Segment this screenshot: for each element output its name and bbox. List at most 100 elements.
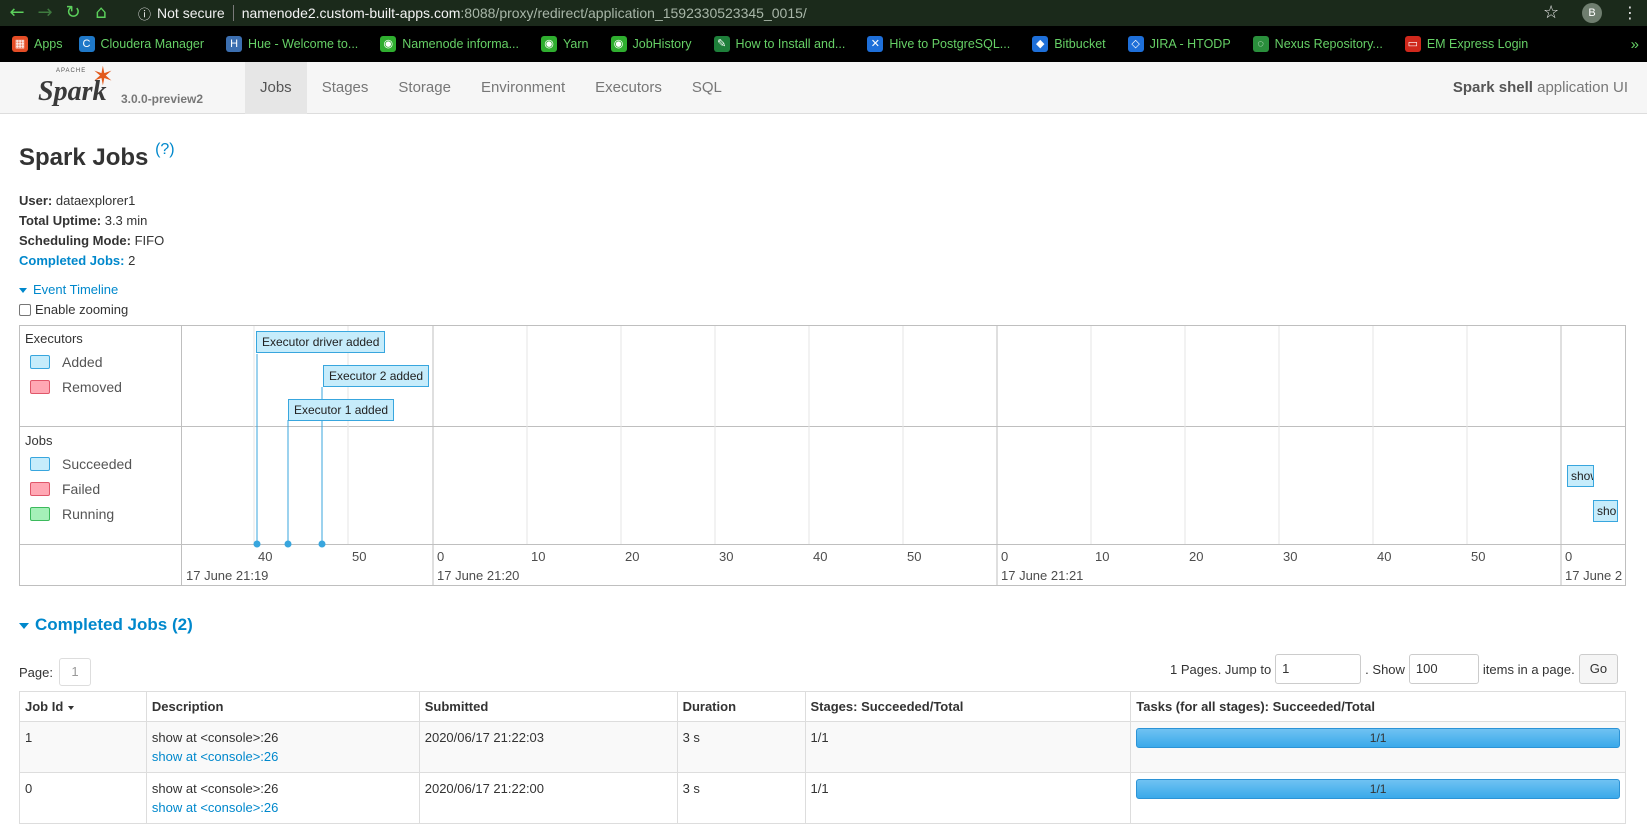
bookmark-item[interactable]: ◉ JobHistory [610,36,692,52]
bookmark-item[interactable]: ◇ JIRA - HTODP [1127,36,1231,52]
jump-to-page-input[interactable]: 1 [1275,654,1362,684]
legend-added: Added [30,354,102,370]
bookmark-item[interactable]: ◉ Namenode informa... [380,36,519,52]
job-1-bar[interactable]: show [1567,465,1594,487]
bookmark-item[interactable]: ✎ How to Install and... [713,36,845,52]
tick-label: 30 [1283,549,1297,564]
bookmark-label: Apps [34,37,63,51]
more-bookmarks-icon[interactable]: » [1631,36,1639,53]
completed-jobs-table: Job Id Description Submitted Duration St… [19,691,1626,824]
info-icon[interactable]: ⓘ [138,4,151,23]
scheduling-label: Scheduling Mode: [19,233,131,248]
zoom-label: Enable zooming [35,302,129,317]
date-tick-label: 17 June 2 [1565,568,1622,583]
spark-navbar: APACHE Spark ✶ 3.0.0-preview2 Jobs Stage… [0,62,1647,114]
legend-label: Removed [62,379,122,395]
col-header-tasks[interactable]: Tasks (for all stages): Succeeded/Total [1130,691,1626,722]
bookmark-label: JobHistory [632,37,692,51]
col-header-stages[interactable]: Stages: Succeeded/Total [804,691,1132,722]
items-text: items in a page. [1482,661,1575,677]
stages-cell: 1/1 [804,772,1132,824]
back-arrow-icon[interactable]: ← [6,2,28,24]
legend-failed: Failed [30,481,100,497]
url-path: :8088/proxy/redirect/application_1592330… [460,5,807,21]
tick-label: 20 [625,549,639,564]
page-label: Page: [19,664,53,680]
executor-1-added-event[interactable]: Executor 1 added [288,399,395,421]
event-dot [318,540,326,548]
legend-swatch-running [30,507,50,521]
home-icon[interactable]: ⌂ [90,2,112,24]
tab-storage[interactable]: Storage [383,62,466,114]
table-row: 1 show at <console>:26 show at <console>:2… [19,721,1626,773]
help-link[interactable]: (?) [155,141,175,158]
go-button[interactable]: Go [1578,654,1619,684]
tick-label: 40 [258,549,272,564]
event-timeline: Executors Added Removed Jobs Succeeded F… [19,325,1626,586]
executor-driver-added-event[interactable]: Executor driver added [256,331,386,353]
legend-succeeded: Succeeded [30,456,132,472]
leaf-icon: ✎ [713,36,730,52]
bookmark-item[interactable]: ◉ Yarn [541,36,589,52]
nav-tabs: Jobs Stages Storage Environment Executor… [245,62,737,114]
uptime-label: Total Uptime: [19,213,102,228]
col-header-label: Job Id [25,699,64,714]
profile-avatar[interactable]: B [1582,3,1602,23]
col-header-submitted[interactable]: Submitted [418,691,678,722]
date-tick-label: 17 June 21:19 [186,568,268,583]
completed-jobs-link[interactable]: Completed Jobs: [19,253,124,268]
col-header-job-id[interactable]: Job Id [19,691,147,722]
bookmark-label: Namenode informa... [402,37,520,51]
description-link[interactable]: show at <console>:26 [152,747,414,766]
spark-logo[interactable]: APACHE Spark ✶ [38,62,118,110]
nexus-icon: ◌ [1252,36,1269,52]
bookmark-item[interactable]: ◌ Nexus Repository... [1252,36,1383,52]
forward-arrow-icon[interactable]: → [34,2,56,24]
job-summary: User: dataexplorer1 Total Uptime: 3.3 mi… [19,191,164,271]
bookmark-item[interactable]: ✕ Hive to PostgreSQL... [867,36,1010,52]
app-name: Spark shell [1452,79,1533,96]
description-cell: show at <console>:26 show at <console>:26 [145,721,420,773]
tab-environment[interactable]: Environment [466,62,580,114]
page-number-button[interactable]: 1 [58,658,91,686]
pagination-controls: 1 Pages. Jump to 1 . Show 100 items in a… [1170,654,1619,684]
tab-sql[interactable]: SQL [677,62,737,114]
col-header-duration[interactable]: Duration [676,691,806,722]
legend-label: Succeeded [62,456,133,472]
zoom-checkbox[interactable] [19,303,31,316]
tick-label: 10 [1095,549,1109,564]
scheduling-value: FIFO [134,233,165,248]
bookmark-item[interactable]: ◆ Bitbucket [1032,36,1106,52]
executor-2-added-event[interactable]: Executor 2 added [323,365,430,387]
description-link[interactable]: show at <console>:26 [152,798,414,817]
completed-jobs-toggle[interactable]: Completed Jobs (2) [19,615,193,635]
bookmark-star-icon[interactable]: ☆ [1543,2,1559,23]
duration-cell: 3 s [676,772,806,824]
page-size-input[interactable]: 100 [1408,654,1479,684]
bookmark-label: Hue - Welcome to... [248,37,359,51]
reload-icon[interactable]: ↻ [62,2,84,24]
user-value: dataexplorer1 [55,193,136,208]
tasks-progress-bar: 1/1 [1136,779,1620,799]
bookmark-item[interactable]: C Cloudera Manager [78,36,204,52]
security-label: Not secure [157,5,234,21]
event-timeline-toggle[interactable]: Event Timeline [19,282,118,297]
tab-stages[interactable]: Stages [307,62,384,114]
tick-label: 40 [1377,549,1391,564]
legend-label: Failed [62,481,101,497]
tab-executors[interactable]: Executors [580,62,677,114]
address-bar[interactable]: ⓘ Not secure namenode2.custom-built-apps… [138,2,1548,24]
bookmark-label: Hive to PostgreSQL... [889,37,1011,51]
tab-jobs[interactable]: Jobs [245,62,307,114]
jobs-group-title: Jobs [25,433,53,448]
bookmark-label: EM Express Login [1426,37,1529,51]
col-header-description[interactable]: Description [145,691,420,722]
event-timeline-label: Event Timeline [33,282,119,297]
bookmark-item[interactable]: ▦ Apps [12,36,63,52]
enable-zooming[interactable]: Enable zooming [19,302,128,317]
job-0-bar[interactable]: sho [1593,500,1618,522]
browser-menu-icon[interactable]: ⋮ [1622,3,1638,22]
user-label: User: [19,193,53,208]
bookmark-item[interactable]: ▭ EM Express Login [1404,36,1529,52]
bookmark-item[interactable]: H Hue - Welcome to... [226,36,358,52]
